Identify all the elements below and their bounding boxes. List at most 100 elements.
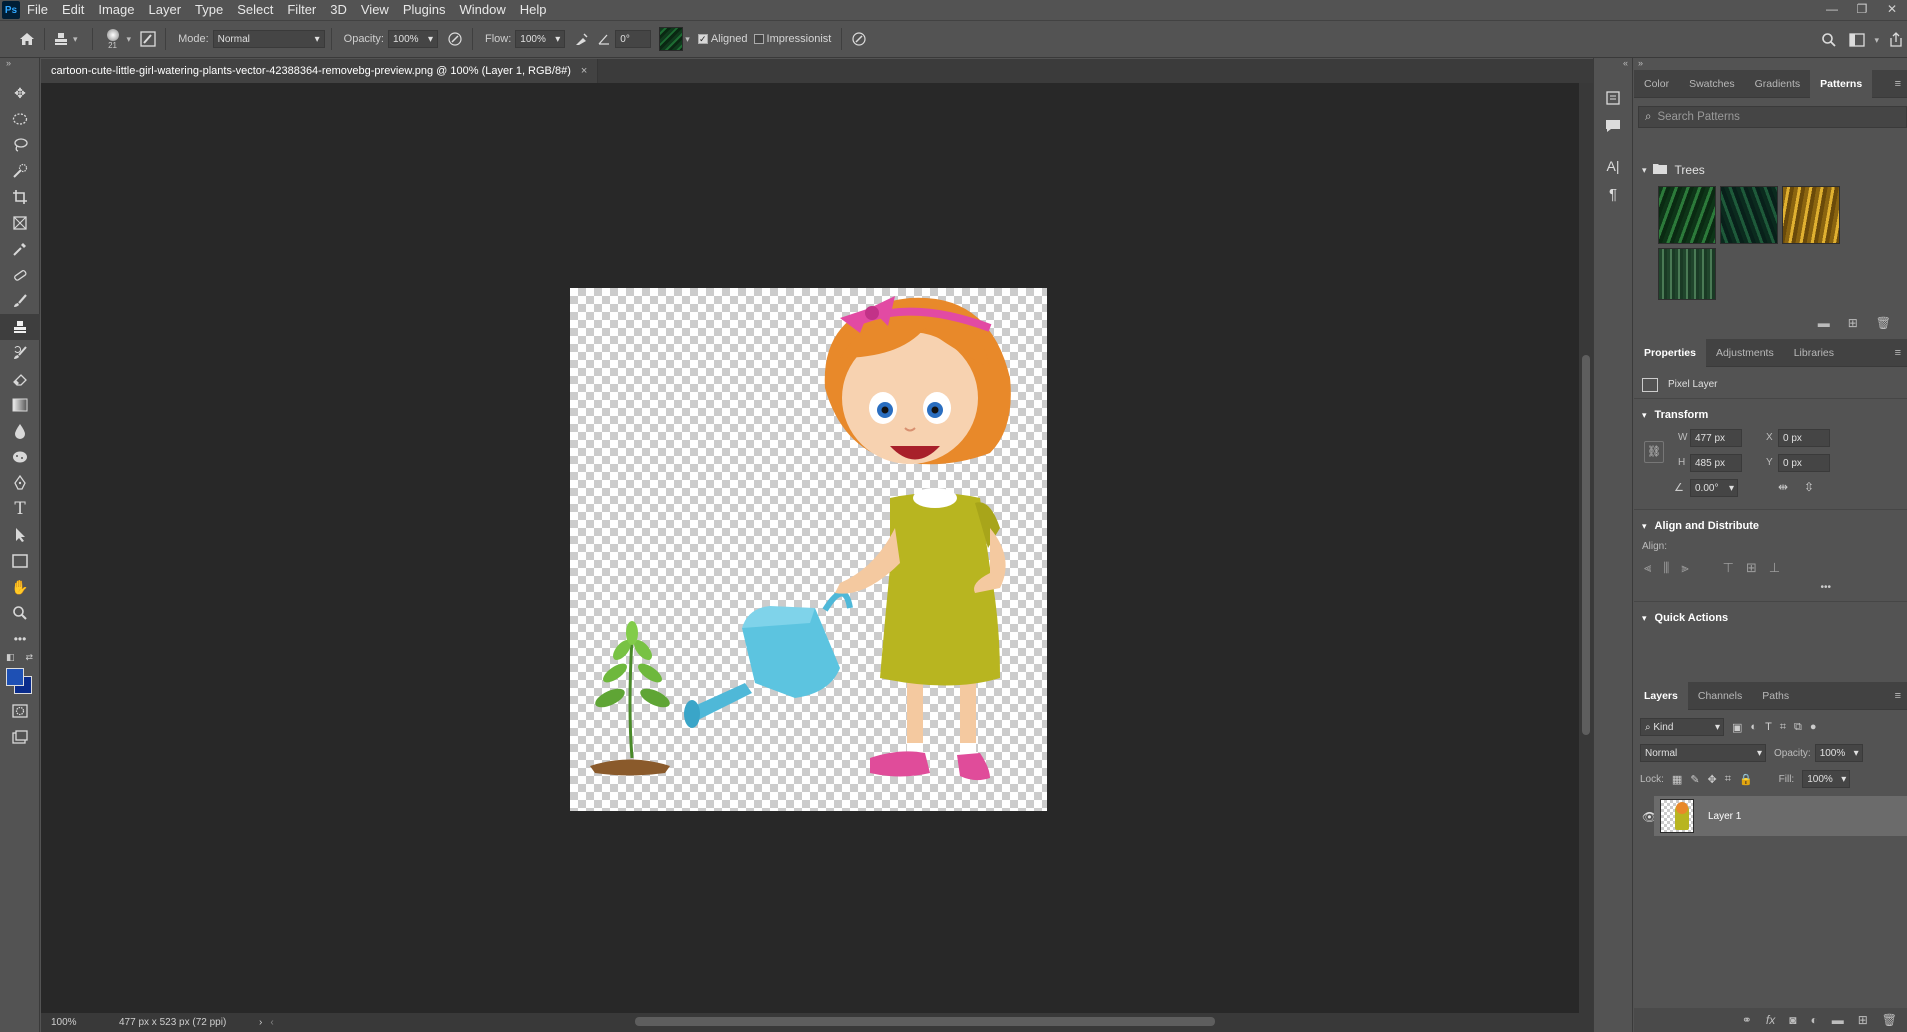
document-canvas[interactable]	[570, 288, 1047, 811]
brush-tool-icon[interactable]	[0, 288, 40, 314]
delete-layer-icon[interactable]: 🗑	[1882, 1013, 1897, 1027]
transform-section-header[interactable]: ▾ Transform	[1634, 403, 1907, 427]
brush-settings-panel-icon[interactable]	[137, 28, 159, 50]
vertical-scroll-thumb[interactable]	[1582, 355, 1590, 735]
comments-panel-icon[interactable]	[1594, 112, 1632, 140]
lock-transparent-pixels-icon[interactable]: ▦	[1672, 773, 1682, 786]
zoom-level[interactable]: 100%	[51, 1017, 111, 1028]
align-right-edges-icon[interactable]: ⫸	[1681, 560, 1688, 576]
lock-all-icon[interactable]: 🔒	[1739, 773, 1753, 786]
pattern-swatch-trees-2[interactable]	[1720, 186, 1778, 244]
clone-stamp-tool-preset-icon[interactable]	[51, 28, 73, 50]
height-input[interactable]: 485 px	[1690, 454, 1742, 472]
hand-tool-icon[interactable]: ✋	[0, 574, 40, 600]
menu-help[interactable]: Help	[513, 0, 554, 20]
tab-libraries[interactable]: Libraries	[1784, 339, 1844, 367]
edit-toolbar-icon[interactable]: •••	[0, 626, 40, 652]
gradient-tool-icon[interactable]	[0, 392, 40, 418]
zoom-tool-icon[interactable]	[0, 600, 40, 626]
pattern-preview-swatch[interactable]	[659, 27, 684, 51]
minimize-icon[interactable]: —	[1817, 0, 1847, 20]
path-selection-tool-icon[interactable]	[0, 522, 40, 548]
eyedropper-tool-icon[interactable]	[0, 236, 40, 262]
filter-kind-select[interactable]: ⌕ Kind ▾	[1640, 718, 1724, 736]
lock-image-pixels-icon[interactable]: ✎	[1690, 773, 1699, 786]
link-dimensions-icon[interactable]: ⛓	[1644, 441, 1664, 463]
menu-select[interactable]: Select	[230, 0, 280, 20]
new-layer-icon[interactable]: ⊞	[1858, 1013, 1868, 1027]
layer-name[interactable]: Layer 1	[1708, 811, 1741, 822]
add-layer-mask-icon[interactable]: ◙	[1789, 1013, 1796, 1027]
pressure-size-icon[interactable]	[848, 28, 870, 50]
screen-mode-icon[interactable]	[0, 724, 40, 750]
airbrush-icon[interactable]	[571, 28, 593, 50]
menu-3d[interactable]: 3D	[323, 0, 354, 20]
mode-select[interactable]: Normal ▾	[212, 30, 325, 48]
panel-menu-icon[interactable]: ≡	[1895, 78, 1901, 90]
align-top-edges-icon[interactable]: ⊤	[1723, 560, 1734, 576]
x-input[interactable]: 0 px	[1778, 429, 1830, 447]
blur-tool-icon[interactable]	[0, 418, 40, 444]
blend-mode-select[interactable]: Normal ▾	[1640, 744, 1766, 762]
tab-gradients[interactable]: Gradients	[1745, 70, 1811, 98]
character-panel-icon[interactable]: A|	[1594, 152, 1632, 180]
new-group-folder-icon[interactable]: ▬	[1818, 316, 1830, 330]
impressionist-checkbox[interactable]	[753, 34, 764, 44]
crop-tool-icon[interactable]	[0, 184, 40, 210]
aligned-checkbox[interactable]: ✓	[697, 34, 708, 44]
lock-artboard-icon[interactable]: ⌗	[1725, 773, 1731, 786]
paragraph-panel-icon[interactable]: ¶	[1594, 180, 1632, 208]
lasso-tool-icon[interactable]	[0, 132, 40, 158]
default-colors-icon[interactable]: ◧	[6, 652, 15, 666]
brush-size-picker[interactable]: 21	[99, 23, 127, 55]
chevron-down-icon[interactable]: ▾	[127, 34, 132, 45]
tab-swatches[interactable]: Swatches	[1679, 70, 1745, 98]
rectangle-tool-icon[interactable]	[0, 548, 40, 574]
tab-channels[interactable]: Channels	[1688, 682, 1752, 710]
panel-menu-icon[interactable]: ≡	[1895, 690, 1901, 702]
new-adjustment-layer-icon[interactable]: ◐	[1810, 1013, 1817, 1027]
menu-layer[interactable]: Layer	[142, 0, 189, 20]
pressure-opacity-icon[interactable]	[444, 28, 466, 50]
type-tool-icon[interactable]: T	[0, 496, 40, 522]
align-horizontal-centers-icon[interactable]: ⫼	[1663, 560, 1669, 576]
panel-menu-icon[interactable]: ≡	[1895, 347, 1901, 359]
menu-type[interactable]: Type	[188, 0, 230, 20]
horizontal-scroll-thumb[interactable]	[635, 1017, 1215, 1026]
fill-input[interactable]: 100% ▾	[1802, 770, 1851, 788]
quick-selection-tool-icon[interactable]	[0, 158, 40, 184]
filter-smart-object-icon[interactable]: ⧉	[1794, 721, 1802, 734]
flip-vertical-icon[interactable]: ⇳	[1804, 480, 1814, 494]
search-icon[interactable]	[1818, 29, 1840, 51]
tab-layers[interactable]: Layers	[1634, 681, 1688, 710]
quick-mask-icon[interactable]	[0, 698, 40, 724]
tab-color[interactable]: Color	[1634, 70, 1679, 98]
menu-filter[interactable]: Filter	[280, 0, 323, 20]
delete-icon[interactable]: 🗑	[1876, 316, 1891, 330]
filter-adjustment-icon[interactable]: ◐	[1750, 721, 1757, 733]
spot-healing-brush-tool-icon[interactable]	[0, 262, 40, 288]
tab-patterns[interactable]: Patterns	[1810, 69, 1873, 98]
add-layer-style-icon[interactable]: fx	[1766, 1013, 1775, 1027]
layer-row[interactable]: Layer 1	[1654, 796, 1907, 836]
flow-input[interactable]: 100% ▾	[515, 30, 566, 48]
panel-collapse-icon[interactable]: »	[0, 58, 39, 72]
restore-icon[interactable]: ❐	[1847, 0, 1877, 20]
history-brush-tool-icon[interactable]	[0, 340, 40, 366]
pattern-swatch-trees-1[interactable]	[1658, 186, 1716, 244]
opacity-input[interactable]: 100% ▾	[388, 30, 438, 48]
tab-properties[interactable]: Properties	[1634, 338, 1706, 367]
workspace-switcher-icon[interactable]	[1846, 29, 1868, 51]
foreground-color-swatch[interactable]	[6, 668, 24, 686]
angle-input[interactable]: 0.00° ▾	[1690, 479, 1738, 497]
history-panel-icon[interactable]	[1594, 84, 1632, 112]
y-input[interactable]: 0 px	[1778, 454, 1830, 472]
vertical-scrollbar[interactable]	[1579, 83, 1593, 1013]
move-tool-icon[interactable]: ✥	[0, 80, 40, 106]
swap-arrow-icon[interactable]: ⇄	[25, 652, 33, 666]
frame-tool-icon[interactable]	[0, 210, 40, 236]
link-layers-icon[interactable]: ⚭	[1742, 1013, 1752, 1027]
sponge-tool-icon[interactable]	[0, 444, 40, 470]
flip-horizontal-icon[interactable]: ⇹	[1778, 480, 1788, 494]
menu-window[interactable]: Window	[452, 0, 512, 20]
